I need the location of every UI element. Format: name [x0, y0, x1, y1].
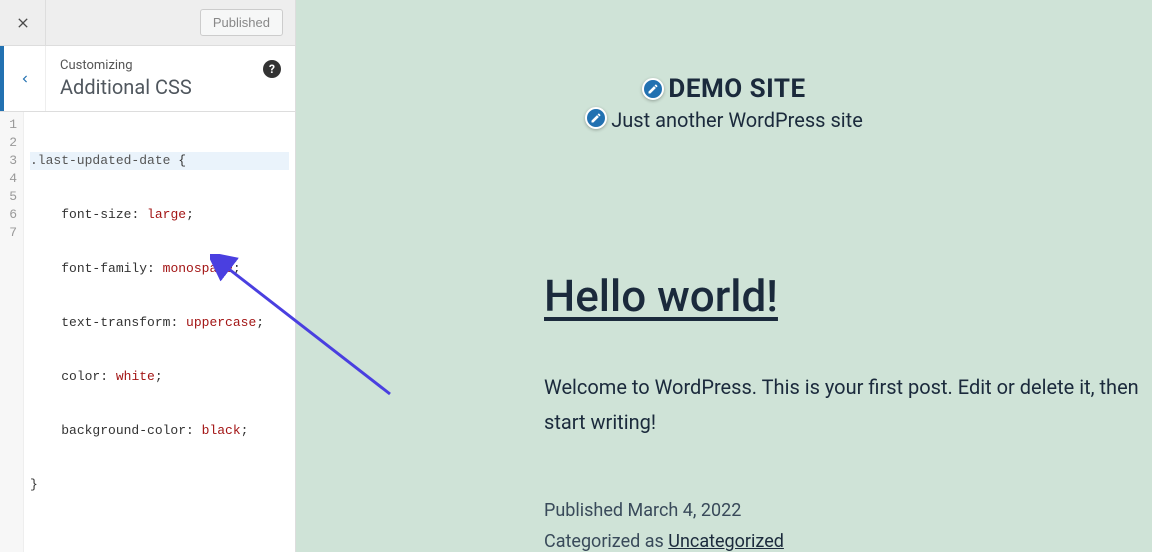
edit-tagline-button[interactable]	[585, 107, 607, 129]
edit-site-title-button[interactable]	[642, 78, 664, 100]
published-line: Published March 4, 2022	[544, 496, 1144, 527]
help-button[interactable]: ?	[263, 60, 281, 78]
line-number: 7	[4, 224, 17, 242]
post-meta: Published March 4, 2022 Categorized as U…	[544, 496, 1144, 557]
line-number: 1	[4, 116, 17, 134]
post: Hello world! Welcome to WordPress. This …	[544, 270, 1144, 557]
code-line[interactable]: background-color: black;	[30, 422, 289, 440]
line-number: 5	[4, 188, 17, 206]
post-content: Welcome to WordPress. This is your first…	[544, 370, 1144, 440]
code-line[interactable]: }	[30, 476, 289, 494]
site-preview: DEMO SITE Just another WordPress site He…	[296, 0, 1152, 552]
line-number: 2	[4, 134, 17, 152]
category-line: Categorized as Uncategorized	[544, 527, 1144, 557]
code-line[interactable]: text-transform: uppercase;	[30, 314, 289, 332]
code-line[interactable]: font-family: monospace;	[30, 260, 289, 278]
help-icon: ?	[269, 62, 275, 76]
pencil-icon	[647, 83, 659, 95]
breadcrumb: Customizing	[60, 58, 281, 73]
chevron-left-icon	[18, 72, 32, 86]
customizer-sidebar: Published Customizing Additional CSS ? 1…	[0, 0, 296, 552]
line-number: 6	[4, 206, 17, 224]
line-number: 4	[4, 170, 17, 188]
code-line[interactable]: .last-updated-date {	[30, 152, 289, 170]
panel-title: Additional CSS	[60, 75, 281, 99]
site-title[interactable]: DEMO SITE	[668, 74, 805, 104]
code-line[interactable]: font-size: large;	[30, 206, 289, 224]
published-date: March 4, 2022	[628, 500, 742, 521]
customizer-topbar: Published	[0, 0, 295, 46]
site-tagline: Just another WordPress site	[611, 108, 863, 132]
line-number: 3	[4, 152, 17, 170]
css-editor[interactable]: 1 2 3 4 5 6 7 .last-updated-date { font-…	[0, 112, 295, 552]
code-content[interactable]: .last-updated-date { font-size: large; f…	[24, 112, 295, 552]
post-title-link[interactable]: Hello world!	[544, 270, 1144, 322]
close-icon	[15, 15, 31, 31]
line-number-gutter: 1 2 3 4 5 6 7	[0, 112, 24, 552]
code-line[interactable]: color: white;	[30, 368, 289, 386]
panel-title-area: Customizing Additional CSS	[46, 46, 295, 111]
panel-header: Customizing Additional CSS ?	[0, 46, 295, 112]
category-link[interactable]: Uncategorized	[668, 531, 784, 552]
back-button[interactable]	[0, 46, 46, 111]
close-customizer-button[interactable]	[0, 0, 46, 46]
site-header: DEMO SITE Just another WordPress site	[296, 0, 1152, 132]
publish-status-button[interactable]: Published	[200, 9, 283, 36]
pencil-icon	[590, 112, 602, 124]
